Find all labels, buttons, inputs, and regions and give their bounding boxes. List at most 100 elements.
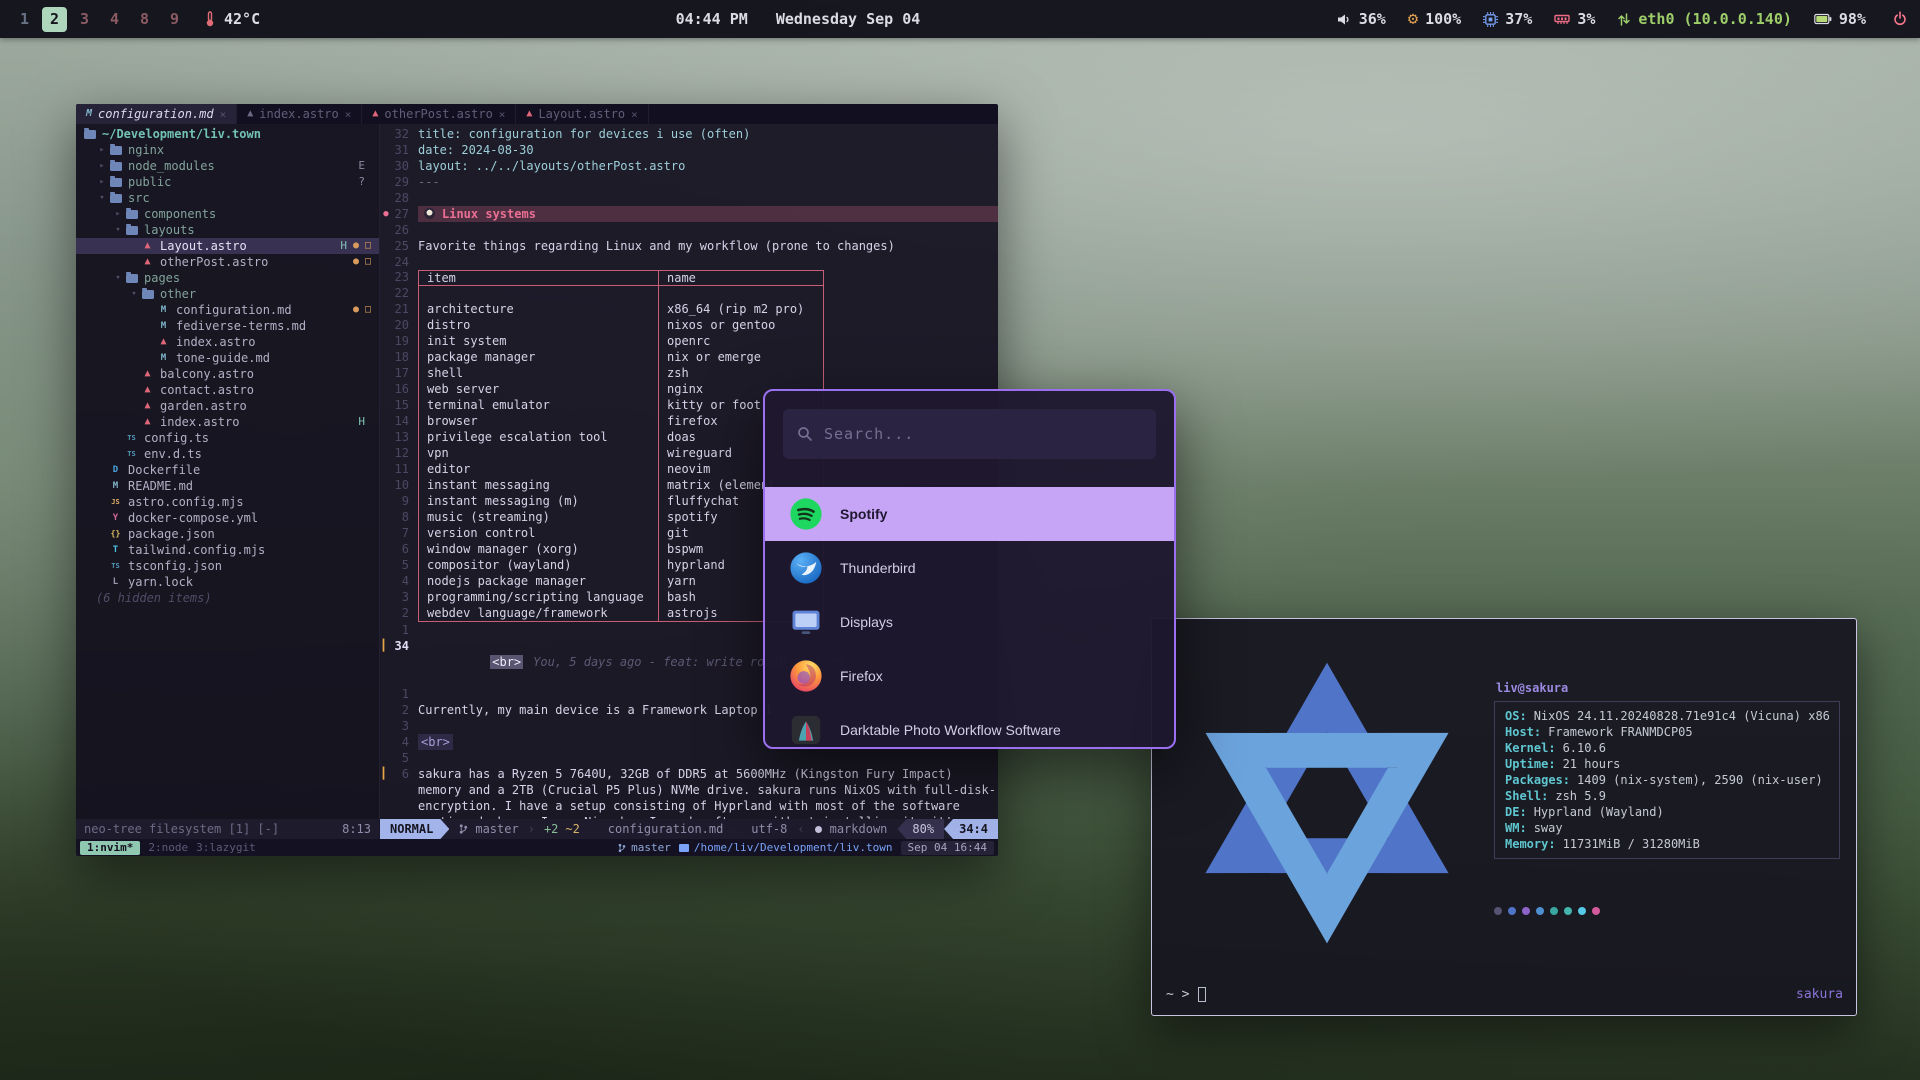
tree-item[interactable]: ▸ nginx <box>76 142 379 158</box>
tree-item[interactable]: ▸ components <box>76 206 379 222</box>
line-text: Favorite things regarding Linux and my w… <box>418 238 998 254</box>
fetch-info-line: DE: Hyprland (Wayland) <box>1505 804 1829 820</box>
buffer-tab[interactable]: index.astro × <box>237 104 362 124</box>
tree-item[interactable]: tsconfig.json <box>76 558 379 574</box>
tree-item[interactable]: ▾ pages <box>76 270 379 286</box>
tree-item[interactable]: tailwind.config.mjs <box>76 542 379 558</box>
table-cell-item: instant messaging <box>418 478 658 494</box>
tree-item[interactable]: configuration.md ● □ <box>76 302 379 318</box>
file-icon <box>108 159 123 173</box>
tree-item[interactable]: env.d.ts <box>76 446 379 462</box>
editor-line[interactable]: 28 <box>380 190 998 206</box>
tree-item[interactable]: config.ts <box>76 430 379 446</box>
launcher-item-thunderbird[interactable]: Thunderbird <box>765 541 1174 595</box>
table-row[interactable]: 20 distro nixos or gentoo <box>380 318 998 334</box>
filetype-icon <box>372 109 378 119</box>
tab-close-icon[interactable]: × <box>499 108 506 121</box>
table-row[interactable]: 21 architecture x86_64 (rip m2 pro) <box>380 302 998 318</box>
brightness-indicator[interactable]: ⚙ 100% <box>1408 10 1461 28</box>
tmux-statusbar: 1:nvim* 2:node 3:lazygit master /home/li… <box>76 839 998 856</box>
file-name: Layout.astro <box>160 238 247 254</box>
line-number: 14 <box>392 414 418 430</box>
search-input[interactable] <box>824 425 1142 443</box>
power-button[interactable] <box>1892 11 1908 27</box>
file-icon <box>124 207 139 221</box>
table-cell-item: window manager (xorg) <box>418 542 658 558</box>
launcher-item-firefox[interactable]: Firefox <box>765 649 1174 703</box>
tree-item[interactable]: index.astro H <box>76 414 379 430</box>
launcher-item-darktable[interactable]: Darktable Photo Workflow Software <box>765 703 1174 749</box>
buffer-tab[interactable]: Layout.astro × <box>516 104 648 124</box>
tab-close-icon[interactable]: × <box>631 108 638 121</box>
line-text: title: configuration for devices i use (… <box>418 126 998 142</box>
table-cell-item: music (streaming) <box>418 510 658 526</box>
search-icon <box>797 426 813 442</box>
buffer-tab[interactable]: otherPost.astro × <box>362 104 516 124</box>
tree-item[interactable]: ▾ layouts <box>76 222 379 238</box>
fetch-label: OS: <box>1505 708 1527 724</box>
tree-item[interactable]: contact.astro <box>76 382 379 398</box>
tree-item[interactable]: ▾ src <box>76 190 379 206</box>
scroll-percent: 80% <box>897 819 944 839</box>
editor-line[interactable]: 26 <box>380 222 998 238</box>
workspace-button[interactable]: 1 <box>12 7 37 32</box>
tree-item[interactable]: astro.config.mjs <box>76 494 379 510</box>
editor-line[interactable]: 5 <box>380 750 998 766</box>
line-number: 13 <box>392 430 418 446</box>
line-number: 5 <box>392 558 418 574</box>
tmux-session[interactable]: 3:lazygit <box>196 841 256 854</box>
tree-item[interactable]: ▸ node_modules E <box>76 158 379 174</box>
buffer-tab[interactable]: configuration.md × <box>76 104 237 124</box>
fetch-info-line: Uptime: 21 hours <box>1505 756 1829 772</box>
editor-line[interactable]: 31 date: 2024-08-30 <box>380 142 998 158</box>
editor-line[interactable]: 32 title: configuration for devices i us… <box>380 126 998 142</box>
launcher-item-spotify[interactable]: Spotify <box>765 487 1174 541</box>
fetch-label: Packages: <box>1505 772 1570 788</box>
tree-item[interactable]: tone-guide.md <box>76 350 379 366</box>
tree-item[interactable]: package.json <box>76 526 379 542</box>
shell-prompt[interactable]: ~ > <box>1166 987 1206 1002</box>
tree-item[interactable]: yarn.lock <box>76 574 379 590</box>
tree-item[interactable]: ▸ public ? <box>76 174 379 190</box>
workspace-button[interactable]: 9 <box>162 7 187 32</box>
table-row[interactable]: 17 shell zsh <box>380 366 998 382</box>
table-row[interactable]: 19 init system openrc <box>380 334 998 350</box>
file-icon <box>108 495 123 509</box>
tab-close-icon[interactable]: × <box>345 108 352 121</box>
table-separator-row: 22 <box>380 286 998 302</box>
tree-item[interactable]: balcony.astro <box>76 366 379 382</box>
workspace-button[interactable]: 4 <box>102 7 127 32</box>
launcher-search[interactable] <box>783 409 1156 459</box>
workspace-button[interactable]: 3 <box>72 7 97 32</box>
tree-item[interactable]: garden.astro <box>76 398 379 414</box>
file-icon <box>124 223 139 237</box>
tree-item[interactable]: index.astro <box>76 334 379 350</box>
tree-item[interactable]: ▾ other <box>76 286 379 302</box>
workspace-button[interactable]: 2 <box>42 7 67 32</box>
git-status-marks: ● □ <box>353 254 371 270</box>
tree-root[interactable]: ~/Development/liv.town <box>76 126 379 142</box>
tree-item[interactable]: docker-compose.yml <box>76 510 379 526</box>
tree-item[interactable]: fediverse-terms.md <box>76 318 379 334</box>
editor-paragraph[interactable]: ▎ 6 sakura has a Ryzen 5 7640U, 32GB of … <box>380 766 998 819</box>
editor-line[interactable]: 24 <box>380 254 998 270</box>
workspace-button[interactable]: 8 <box>132 7 157 32</box>
table-row[interactable]: 18 package manager nix or emerge <box>380 350 998 366</box>
editor-line[interactable]: 29 --- <box>380 174 998 190</box>
tree-item[interactable]: Dockerfile <box>76 462 379 478</box>
tab-close-icon[interactable]: × <box>220 108 227 121</box>
tree-item[interactable]: otherPost.astro ● □ <box>76 254 379 270</box>
line-number: 10 <box>392 478 418 494</box>
editor-line[interactable]: 30 layout: ../../layouts/otherPost.astro <box>380 158 998 174</box>
file-name: docker-compose.yml <box>128 510 258 526</box>
file-name: env.d.ts <box>144 446 202 462</box>
tree-item[interactable]: README.md <box>76 478 379 494</box>
tree-item[interactable]: Layout.astro H ● □ <box>76 238 379 254</box>
volume-indicator[interactable]: 36% <box>1336 10 1386 28</box>
editor-line[interactable]: ● 27 Linux systems <box>380 206 998 222</box>
tmux-session[interactable]: 2:node <box>148 841 188 854</box>
file-icon <box>108 511 123 525</box>
launcher-item-displays[interactable]: Displays <box>765 595 1174 649</box>
editor-line[interactable]: 25 Favorite things regarding Linux and m… <box>380 238 998 254</box>
tmux-session-active[interactable]: 1:nvim* <box>80 841 140 855</box>
